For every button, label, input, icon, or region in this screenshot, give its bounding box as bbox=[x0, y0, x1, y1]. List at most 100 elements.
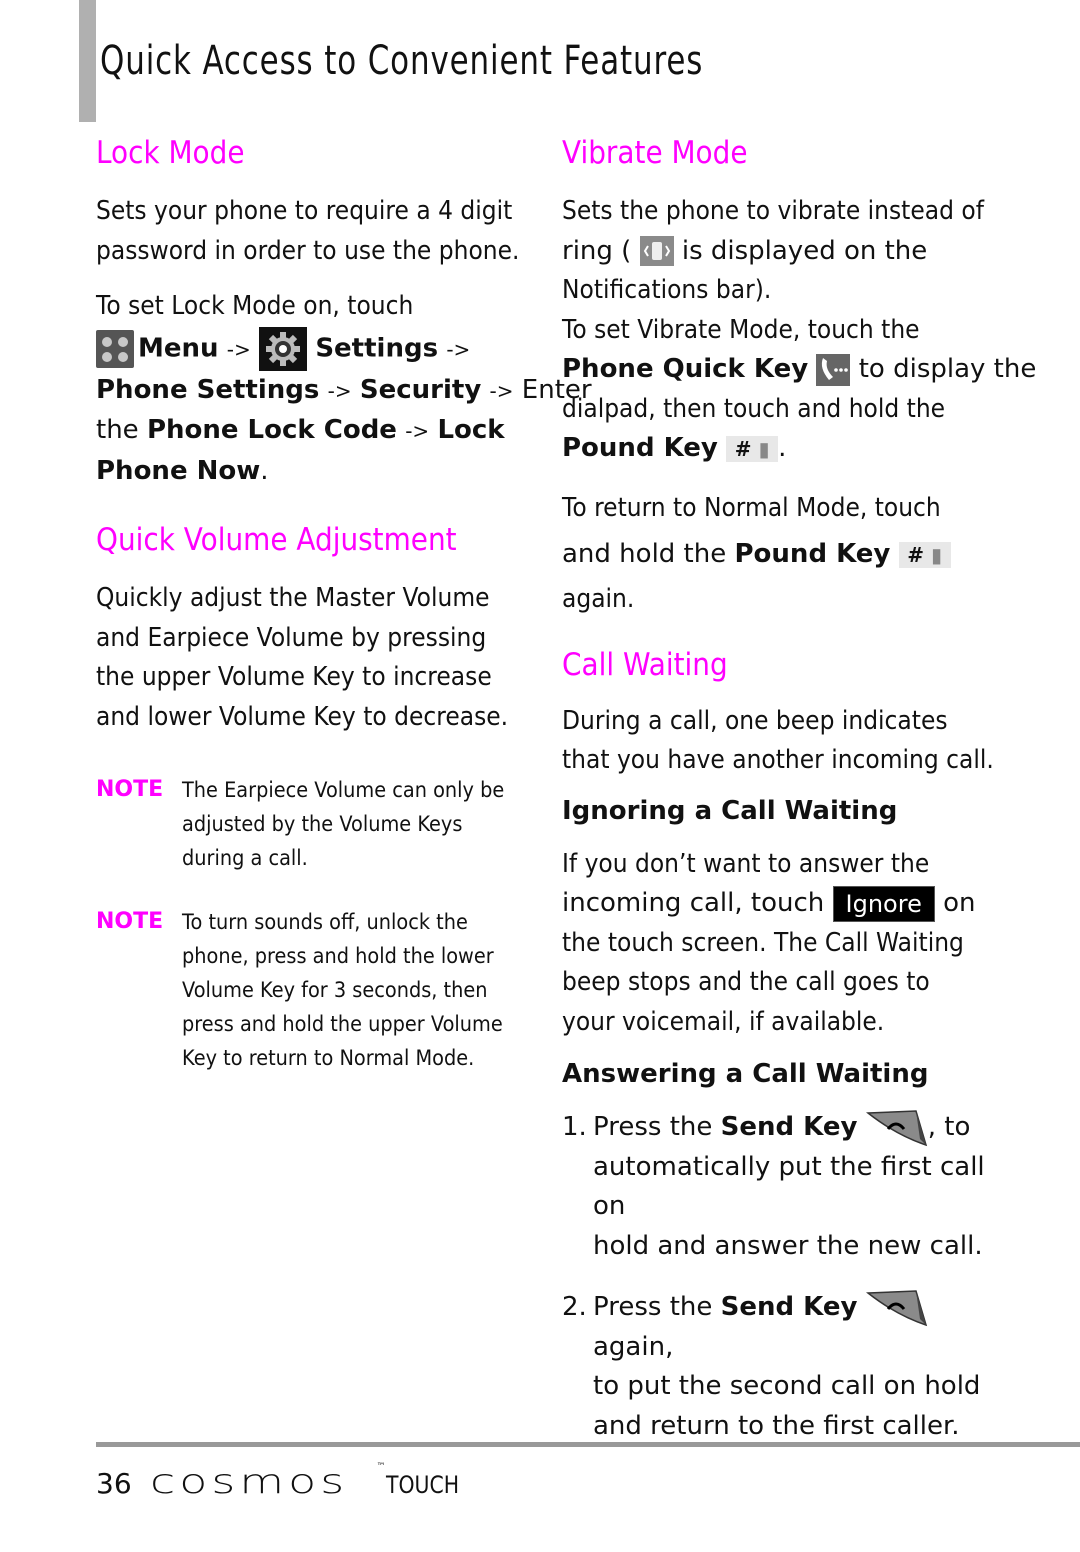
settings-label: Settings bbox=[315, 333, 439, 363]
step-text: again, bbox=[593, 1331, 674, 1362]
answering-heading: Answering a Call Waiting bbox=[562, 1059, 929, 1089]
step-text: to put the second call on hold bbox=[593, 1371, 981, 1401]
note-line: To turn sounds off, unlock the bbox=[182, 910, 468, 934]
step-text: , to bbox=[927, 1112, 971, 1142]
quick-volume-line: the upper Volume Key to increase bbox=[96, 662, 492, 692]
note-line: during a call. bbox=[182, 846, 308, 870]
note-label: NOTE bbox=[96, 777, 164, 802]
ignoring-line: the touch screen. The Call Waiting bbox=[562, 927, 964, 958]
quick-volume-heading: Quick Volume Adjustment bbox=[96, 522, 457, 558]
step-number: 1. bbox=[562, 1112, 587, 1142]
quick-volume-line: and Earpiece Volume by pressing bbox=[96, 622, 487, 653]
lock-mode-path-line-3: the Phone Lock Code -> Lock bbox=[96, 411, 526, 452]
ignoring-line: If you don’t want to answer the bbox=[562, 848, 930, 879]
step-text: hold and answer the new call. bbox=[593, 1230, 983, 1261]
note-line: adjusted by the Volume Keys bbox=[182, 812, 463, 836]
arrow: -> bbox=[405, 419, 430, 443]
quick-volume-line: Quickly adjust the Master Volume bbox=[96, 583, 490, 613]
vibrate-return-line: To return to Normal Mode, touch bbox=[562, 492, 941, 523]
call-waiting-section: Call Waiting During a call, one beep ind… bbox=[562, 642, 994, 1447]
send-key-label: Send Key bbox=[720, 1112, 858, 1142]
ignoring-line: beep stops and the call goes to bbox=[562, 967, 930, 997]
vibrate-status-icon bbox=[639, 236, 674, 266]
ignoring-line: incoming call, touch bbox=[562, 888, 825, 918]
step-number: 2. bbox=[562, 1292, 587, 1322]
note-line: Key to return to Normal Mode. bbox=[182, 1046, 475, 1070]
brand-name: cosmos bbox=[149, 1462, 348, 1502]
right-column: Vibrate Mode Sets the phone to vibrate i… bbox=[562, 130, 1036, 1447]
vibrate-line: Notifications bar). bbox=[562, 275, 772, 305]
phone-now-label: Phone Now bbox=[96, 455, 261, 486]
send-key-label: Send Key bbox=[720, 1292, 858, 1322]
phone-quick-key-icon bbox=[816, 353, 851, 386]
arrow: -> bbox=[489, 378, 514, 403]
brand-logo: cosmos ™TOUCH bbox=[150, 1462, 472, 1502]
phone-lock-code-label: Phone Lock Code bbox=[146, 415, 397, 445]
lock-mode-intro-2: password in order to use the phone. bbox=[96, 235, 520, 266]
note-label: NOTE bbox=[96, 909, 164, 934]
send-key-icon bbox=[865, 1109, 928, 1147]
ignoring-line: on bbox=[943, 888, 976, 918]
footer: 36 cosmos ™TOUCH bbox=[96, 1462, 471, 1502]
call-waiting-intro: During a call, one beep indicates bbox=[562, 705, 948, 736]
page-number: 36 bbox=[96, 1467, 132, 1500]
answering-step: 1. Press the Send Key , to automatically… bbox=[562, 1108, 992, 1266]
pound-key-icon: # ▮ bbox=[726, 435, 779, 462]
step-text: automatically put the first call on bbox=[593, 1151, 985, 1222]
menu-label: Menu bbox=[138, 333, 219, 363]
answering-step: 2. Press the Send Key again, to put the … bbox=[562, 1288, 992, 1446]
footer-rule bbox=[96, 1442, 1080, 1447]
call-waiting-heading: Call Waiting bbox=[562, 646, 728, 683]
vibrate-mode-section: Vibrate Mode Sets the phone to vibrate i… bbox=[562, 130, 1036, 620]
note-line: The Earpiece Volume can only be bbox=[182, 778, 505, 802]
trademark: ™ bbox=[376, 1462, 386, 1472]
note-text: To turn sounds off, unlock the phone, pr… bbox=[182, 905, 503, 1075]
step-text: Press the bbox=[593, 1292, 713, 1322]
arrow: -> bbox=[327, 378, 352, 403]
left-column: Lock Mode Sets your phone to require a 4… bbox=[96, 130, 592, 1075]
pound-glyph: # bbox=[907, 542, 925, 567]
vibrate-return-line: again. bbox=[562, 584, 635, 614]
step-text: and return to the first caller. bbox=[593, 1410, 960, 1441]
vibrate-line: dialpad, then touch and hold the bbox=[562, 393, 946, 424]
lock-mode-intro-1: Sets your phone to require a 4 digit bbox=[96, 196, 513, 226]
lock-mode-steps-1: To set Lock Mode on, touch bbox=[96, 291, 414, 321]
vibrate-line: is displayed on the bbox=[681, 235, 928, 266]
period: . bbox=[778, 433, 787, 463]
ignoring-heading: Ignoring a Call Waiting bbox=[562, 795, 898, 826]
vibrate-line: ring ( bbox=[562, 235, 632, 266]
vibrate-mode-heading: Vibrate Mode bbox=[562, 135, 748, 171]
pound-key-label: Pound Key bbox=[562, 433, 718, 463]
period: . bbox=[260, 455, 269, 486]
vibrate-line: To set Vibrate Mode, touch the bbox=[562, 314, 920, 345]
note-sounds-off: NOTE To turn sounds off, unlock the phon… bbox=[96, 905, 526, 1075]
phone-settings-label: Phone Settings bbox=[96, 374, 320, 405]
arrow: -> bbox=[446, 337, 471, 361]
lock-mode-path-line-2: Phone Settings -> Security -> Enter bbox=[96, 371, 592, 412]
page-title: Quick Access to Convenient Features bbox=[100, 38, 704, 84]
lock-mode-path-line: Menu -> Settings -> bbox=[96, 326, 526, 371]
step-text: Press the bbox=[593, 1112, 713, 1142]
note-text: The Earpiece Volume can only be adjusted… bbox=[182, 773, 504, 875]
note-line: phone, press and hold the lower bbox=[182, 944, 494, 968]
lock-label: Lock bbox=[437, 415, 505, 445]
lock-mode-heading: Lock Mode bbox=[96, 135, 245, 171]
lock-mode-section: Lock Mode Sets your phone to require a 4… bbox=[96, 130, 592, 491]
security-label: Security bbox=[359, 374, 482, 405]
brand-suffix: TOUCH bbox=[385, 1471, 459, 1499]
quick-volume-line: and lower Volume Key to decrease. bbox=[96, 701, 509, 732]
ignoring-line: your voicemail, if available. bbox=[562, 1006, 885, 1037]
vibrate-line: Sets the phone to vibrate instead of bbox=[562, 196, 984, 226]
vibrate-line: to display the bbox=[858, 354, 1037, 384]
menu-grid-icon bbox=[96, 329, 134, 368]
answering-steps: 1. Press the Send Key , to automatically… bbox=[562, 1108, 992, 1446]
note-line: press and hold the upper Volume bbox=[182, 1012, 503, 1036]
pound-glyph: # bbox=[734, 436, 752, 461]
title-side-bar bbox=[79, 0, 96, 122]
arrow: -> bbox=[226, 337, 251, 361]
send-key-icon bbox=[865, 1289, 928, 1327]
note-earpiece: NOTE The Earpiece Volume can only be adj… bbox=[96, 773, 526, 875]
ignore-button[interactable]: Ignore bbox=[832, 885, 935, 922]
phone-quick-key-label: Phone Quick Key bbox=[562, 354, 809, 384]
settings-gear-icon bbox=[259, 326, 308, 371]
